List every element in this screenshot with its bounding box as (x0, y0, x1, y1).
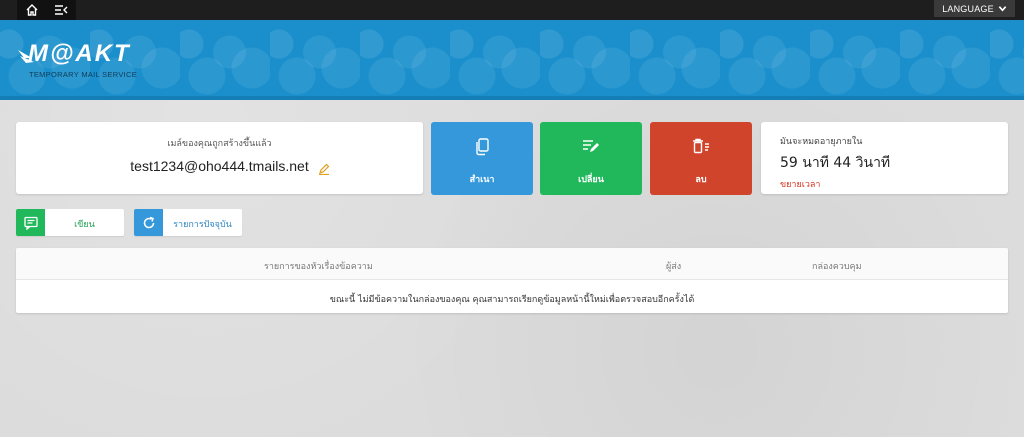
home-icon[interactable] (23, 1, 41, 19)
copy-icon (476, 138, 489, 156)
edit-list-icon (583, 140, 599, 152)
menu-collapse-icon[interactable] (52, 1, 70, 19)
message-icon (23, 216, 38, 230)
expire-countdown: 59 นาที 44 วินาที (780, 155, 891, 171)
logo-subtitle: TEMPORARY MAIL SERVICE (29, 70, 138, 79)
delete-button[interactable]: ลบ (650, 122, 752, 195)
trash-icon (693, 138, 709, 154)
change-button[interactable]: เปลี่ยน (540, 122, 642, 195)
inbox-table-header: รายการของหัวเรื่องข้อความ ผู้ส่ง กล่องคว… (16, 248, 1008, 280)
extend-time-link[interactable]: ขยายเวลา (780, 177, 820, 191)
site-header: M@AKT TEMPORARY MAIL SERVICE (0, 20, 1024, 100)
column-subject: รายการของหัวเรื่องข้อความ (264, 262, 373, 272)
top-bar: LANGUAGE (0, 0, 1024, 20)
write-button[interactable]: เขียน (16, 209, 124, 236)
copy-button[interactable]: สำเนา (431, 122, 533, 195)
language-selector[interactable]: LANGUAGE (934, 0, 1015, 17)
email-address: test1234@oho444.tmails.net (130, 158, 309, 174)
email-card: เมล์ของคุณถูกสร้างขึ้นแล้ว test1234@oho4… (16, 122, 423, 194)
change-label: เปลี่ยน (578, 175, 604, 185)
column-controls: กล่องควบคุม (812, 262, 862, 272)
column-sender: ผู้ส่ง (666, 262, 682, 272)
copy-label: สำเนา (469, 175, 495, 185)
logo-text[interactable]: M@AKT (28, 40, 131, 68)
chevron-down-icon (998, 6, 1007, 12)
write-label: เขียน (74, 220, 95, 230)
inbox-table: รายการของหัวเรื่องข้อความ ผู้ส่ง กล่องคว… (16, 248, 1008, 313)
refresh-icon (143, 216, 154, 228)
refresh-label: รายการปัจจุบัน (173, 220, 232, 230)
email-label: เมล์ของคุณถูกสร้างขึ้นแล้ว (167, 139, 272, 149)
expire-card: มันจะหมดอายุภายใน 59 นาที 44 วินาที ขยาย… (761, 122, 1008, 194)
expire-title: มันจะหมดอายุภายใน (780, 137, 863, 147)
pencil-icon[interactable] (318, 160, 330, 179)
top-nav-buttons (17, 0, 76, 20)
delete-label: ลบ (695, 175, 707, 185)
refresh-button[interactable]: รายการปัจจุบัน (134, 209, 242, 236)
language-label: LANGUAGE (942, 3, 994, 14)
inbox-empty-message: ขณะนี้ ไม่มีข้อความในกล่องของคุณ คุณสามา… (329, 295, 695, 305)
